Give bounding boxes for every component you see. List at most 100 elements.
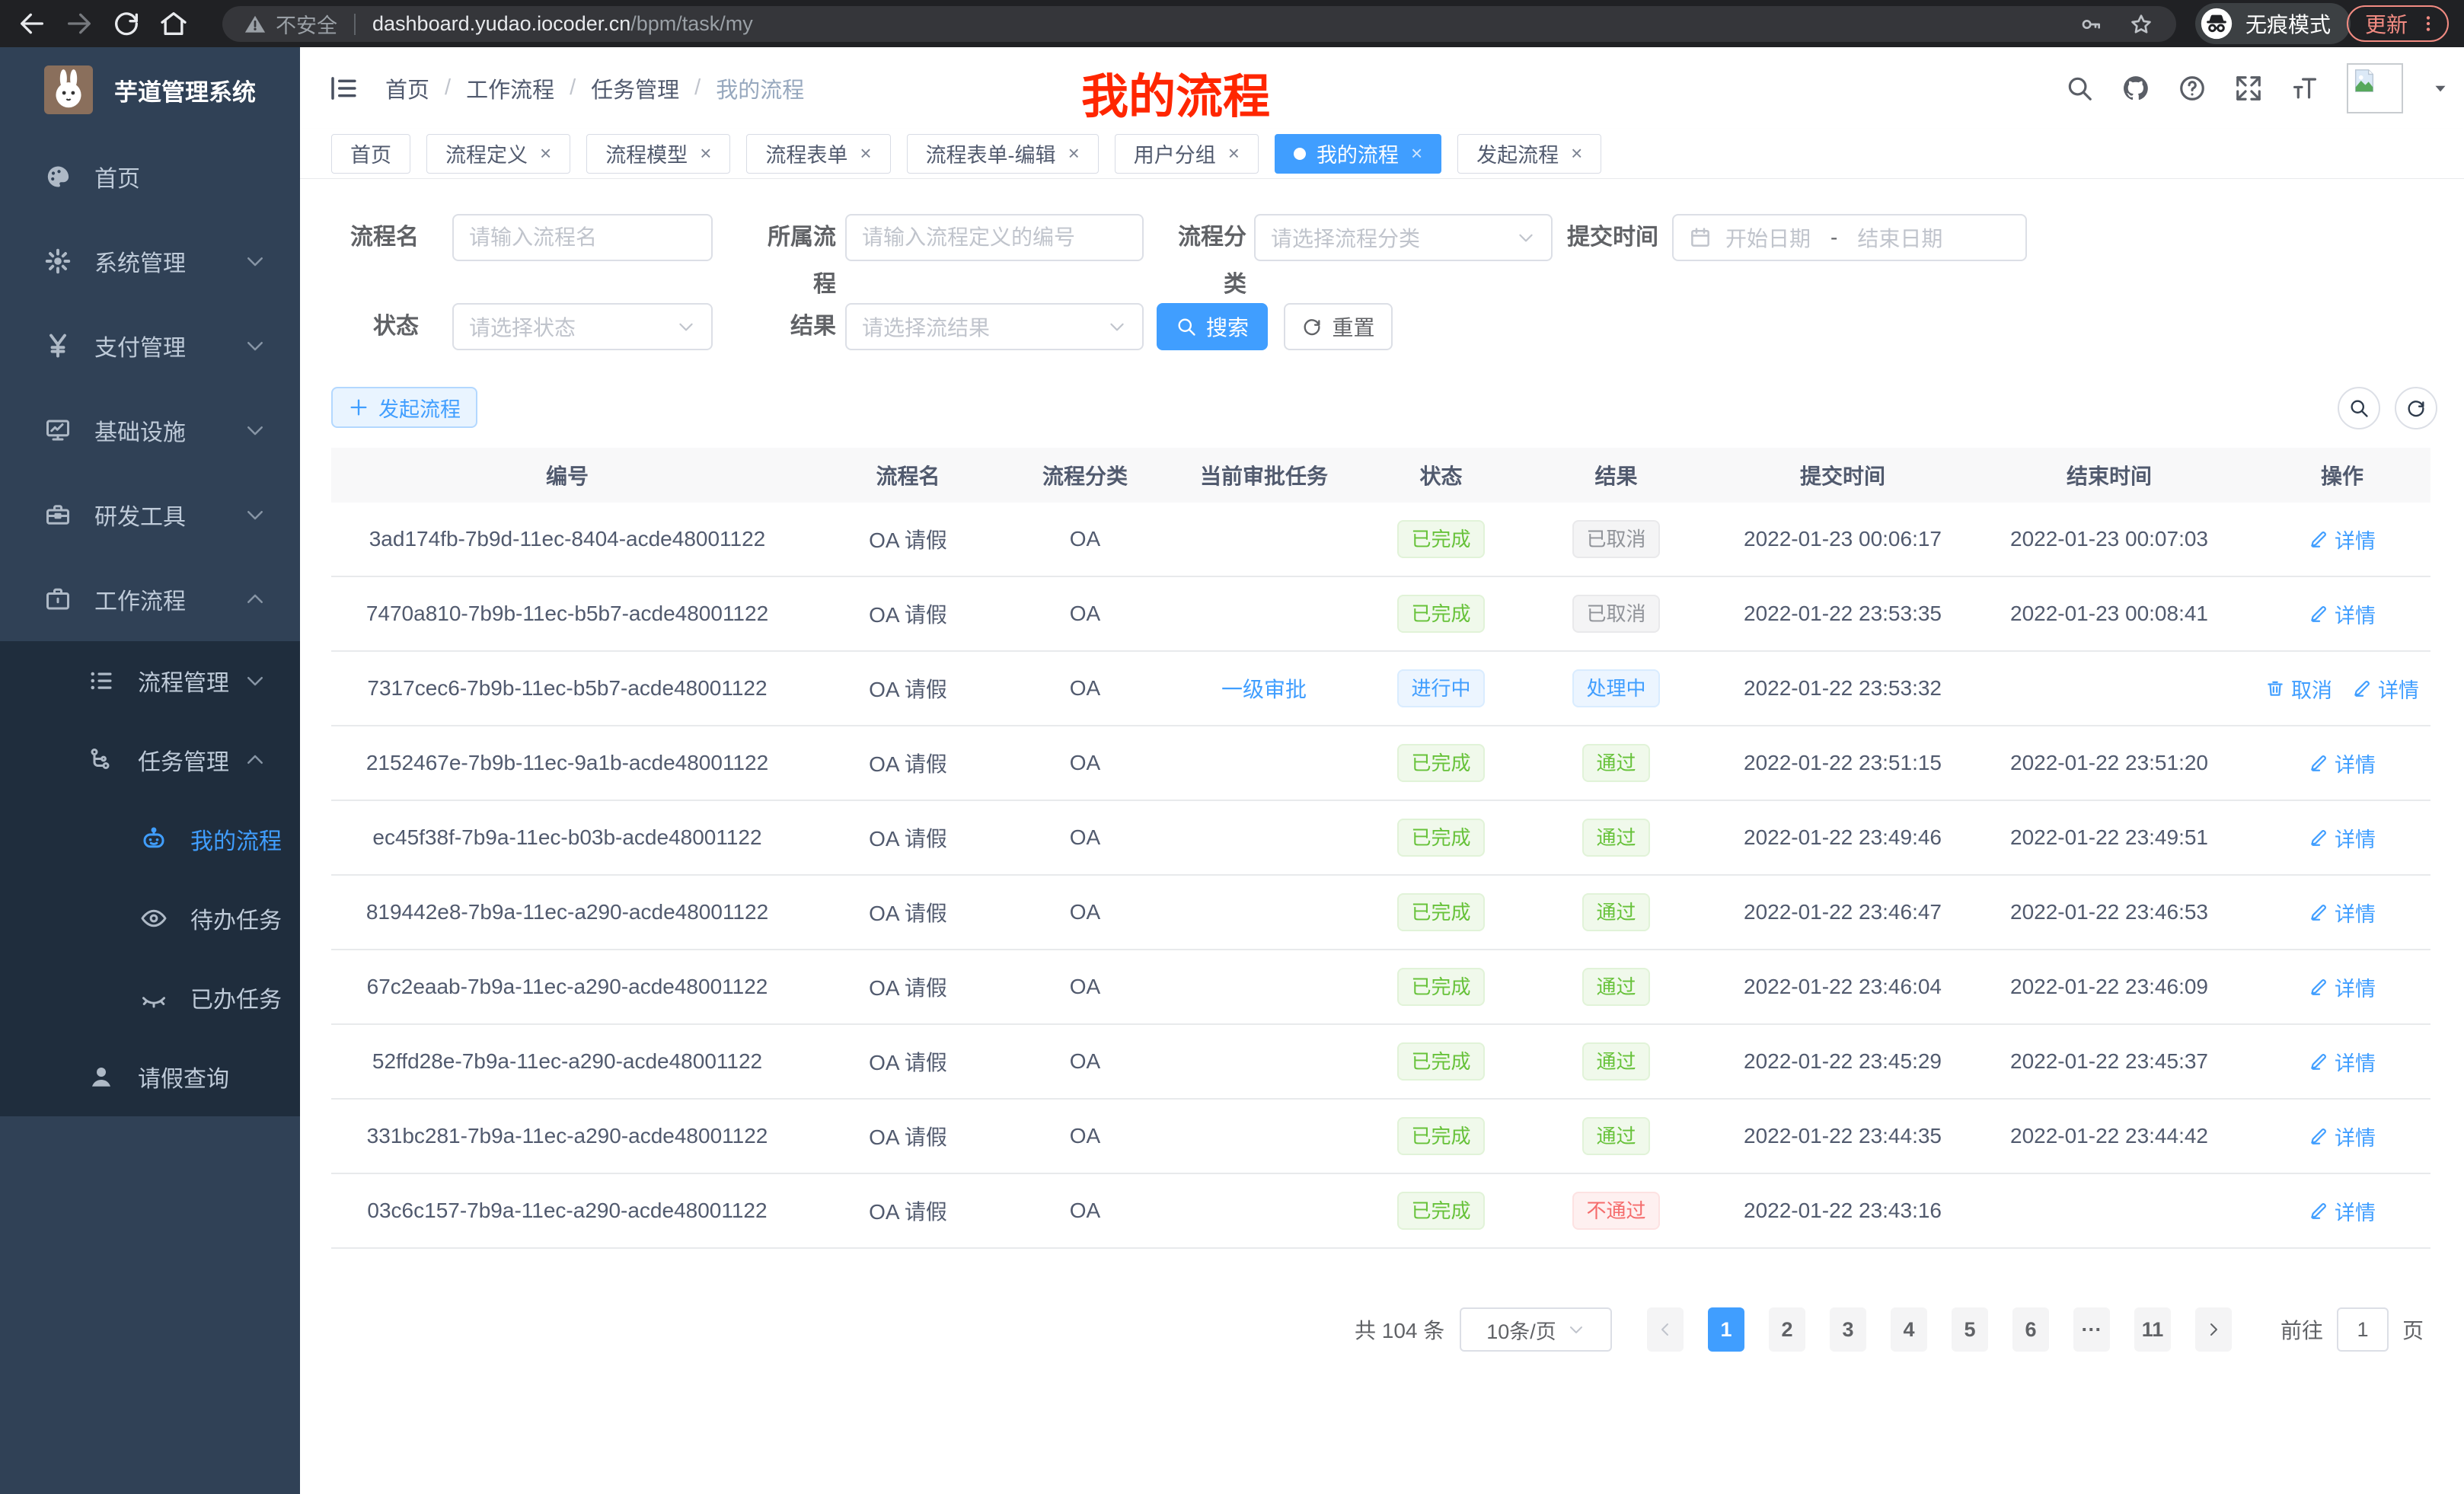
page-tab[interactable]: 发起流程 × (1457, 134, 1601, 174)
row-action-link[interactable]: 取消 (2265, 674, 2332, 704)
page-number-button[interactable]: ··· (2073, 1307, 2110, 1352)
status-select[interactable]: 请选择状态 (452, 303, 713, 350)
collapse-menu-icon[interactable] (327, 72, 359, 104)
page-tab[interactable]: 首页 (331, 134, 410, 174)
process-name-field[interactable] (469, 225, 696, 250)
more-vertical-icon[interactable] (2418, 14, 2438, 34)
page-number-button[interactable]: 5 (1952, 1307, 1988, 1352)
page-number-button[interactable]: 6 (2012, 1307, 2049, 1352)
github-icon[interactable] (2121, 74, 2150, 103)
breadcrumb-separator: / (570, 75, 576, 101)
browser-update-button[interactable]: 更新 (2347, 5, 2449, 42)
sidebar-item-label: 基础设施 (94, 413, 186, 447)
cell-actions: 详情 (2254, 823, 2430, 853)
password-key-icon[interactable] (2079, 12, 2103, 37)
result-badge: 通过 (1582, 744, 1649, 782)
breadcrumb-item[interactable]: 任务管理 (591, 72, 679, 104)
next-page-button[interactable] (2195, 1307, 2232, 1352)
page-number-button[interactable]: 1 (1708, 1307, 1744, 1352)
close-icon[interactable]: × (860, 142, 871, 165)
close-icon[interactable]: × (1068, 142, 1080, 165)
show-search-button[interactable] (2338, 387, 2380, 429)
page-tab[interactable]: 用户分组 × (1115, 134, 1259, 174)
forward-icon[interactable] (64, 8, 94, 39)
breadcrumb-item[interactable]: 我的流程 (716, 72, 804, 104)
sidebar-item[interactable]: 基础设施 (0, 388, 300, 472)
row-action-link[interactable]: 详情 (2309, 1196, 2376, 1226)
close-icon[interactable]: × (540, 142, 551, 165)
process-def-input[interactable] (845, 214, 1144, 261)
sidebar-item-label: 工作流程 (94, 583, 186, 616)
bookmark-star-icon[interactable] (2129, 12, 2153, 37)
result-select[interactable]: 请选择流结果 (845, 303, 1144, 350)
row-action-link[interactable]: 详情 (2309, 599, 2376, 629)
process-name-input[interactable] (452, 214, 713, 261)
sidebar-item[interactable]: 我的流程 (0, 800, 300, 879)
sidebar-item[interactable]: 任务管理 (0, 720, 300, 800)
action-icon (2309, 902, 2328, 922)
page-number-button[interactable]: 11 (2134, 1307, 2171, 1352)
page-number-button[interactable]: 2 (1769, 1307, 1805, 1352)
breadcrumb-separator: / (445, 75, 451, 101)
create-process-button[interactable]: 发起流程 (331, 387, 477, 428)
sidebar-item[interactable]: 请假查询 (0, 1037, 300, 1116)
sidebar-item-label: 研发工具 (94, 498, 186, 532)
date-range-picker[interactable]: 开始日期 - 结束日期 (1672, 214, 2027, 261)
cell-category: OA (1013, 602, 1157, 626)
close-icon[interactable]: × (1228, 142, 1240, 165)
refresh-icon (1301, 316, 1323, 337)
sidebar-item[interactable]: 首页 (0, 134, 300, 219)
font-size-icon[interactable] (2290, 74, 2319, 103)
close-icon[interactable]: × (1571, 142, 1582, 165)
home-icon[interactable] (158, 8, 189, 39)
row-action-link[interactable]: 详情 (2352, 674, 2419, 704)
help-icon[interactable] (2178, 74, 2207, 103)
address-bar[interactable]: 不安全 dashboard.yudao.iocoder.cn/bpm/task/… (222, 6, 2176, 42)
fullscreen-icon[interactable] (2234, 74, 2263, 103)
page-size-select[interactable]: 10条/页 (1460, 1307, 1612, 1352)
category-label: 流程分类 (1157, 214, 1246, 261)
sidebar-item[interactable]: 已办任务 (0, 958, 300, 1037)
breadcrumb-item[interactable]: 首页 (385, 72, 429, 104)
prev-page-button[interactable] (1647, 1307, 1684, 1352)
row-action-link[interactable]: 详情 (2309, 525, 2376, 554)
result-badge: 通过 (1582, 893, 1649, 931)
page-tab[interactable]: 我的流程 × (1275, 134, 1441, 174)
page-tab[interactable]: 流程表单-编辑 × (907, 134, 1099, 174)
close-icon[interactable]: × (1411, 142, 1422, 165)
row-action-link[interactable]: 详情 (2309, 1122, 2376, 1151)
category-select[interactable]: 请选择流程分类 (1254, 214, 1553, 261)
reload-icon[interactable] (111, 8, 142, 39)
row-action-link[interactable]: 详情 (2309, 1047, 2376, 1077)
reset-button[interactable]: 重置 (1284, 303, 1393, 350)
sidebar-item[interactable]: 工作流程 (0, 557, 300, 641)
cell-current-task[interactable]: 一级审批 (1221, 678, 1307, 701)
row-action-link[interactable]: 详情 (2309, 823, 2376, 853)
sidebar-item[interactable]: 系统管理 (0, 219, 300, 303)
refresh-table-button[interactable] (2395, 387, 2437, 429)
breadcrumb-item[interactable]: 工作流程 (466, 72, 554, 104)
search-icon[interactable] (2065, 74, 2094, 103)
goto-page-input[interactable] (2337, 1307, 2389, 1352)
caret-down-icon[interactable] (2430, 78, 2450, 98)
page-number-button[interactable]: 3 (1830, 1307, 1866, 1352)
row-action-link[interactable]: 详情 (2309, 972, 2376, 1002)
sidebar-item-icon (44, 501, 72, 528)
page-tab[interactable]: 流程模型 × (586, 134, 730, 174)
page-number-button[interactable]: 4 (1891, 1307, 1927, 1352)
avatar[interactable] (2347, 63, 2403, 113)
row-action-link[interactable]: 详情 (2309, 749, 2376, 778)
search-button[interactable]: 搜索 (1157, 303, 1268, 350)
tab-label: 发起流程 (1476, 139, 1559, 168)
back-icon[interactable] (17, 8, 47, 39)
row-action-link[interactable]: 详情 (2309, 898, 2376, 927)
process-def-field[interactable] (862, 225, 1127, 250)
sidebar-item[interactable]: 待办任务 (0, 879, 300, 958)
sidebar-item[interactable]: 流程管理 (0, 641, 300, 720)
sidebar-item[interactable]: 支付管理 (0, 303, 300, 388)
page-tab[interactable]: 流程定义 × (426, 134, 570, 174)
action-label: 详情 (2335, 972, 2376, 1002)
close-icon[interactable]: × (700, 142, 711, 165)
page-tab[interactable]: 流程表单 × (746, 134, 890, 174)
sidebar-item[interactable]: 研发工具 (0, 472, 300, 557)
